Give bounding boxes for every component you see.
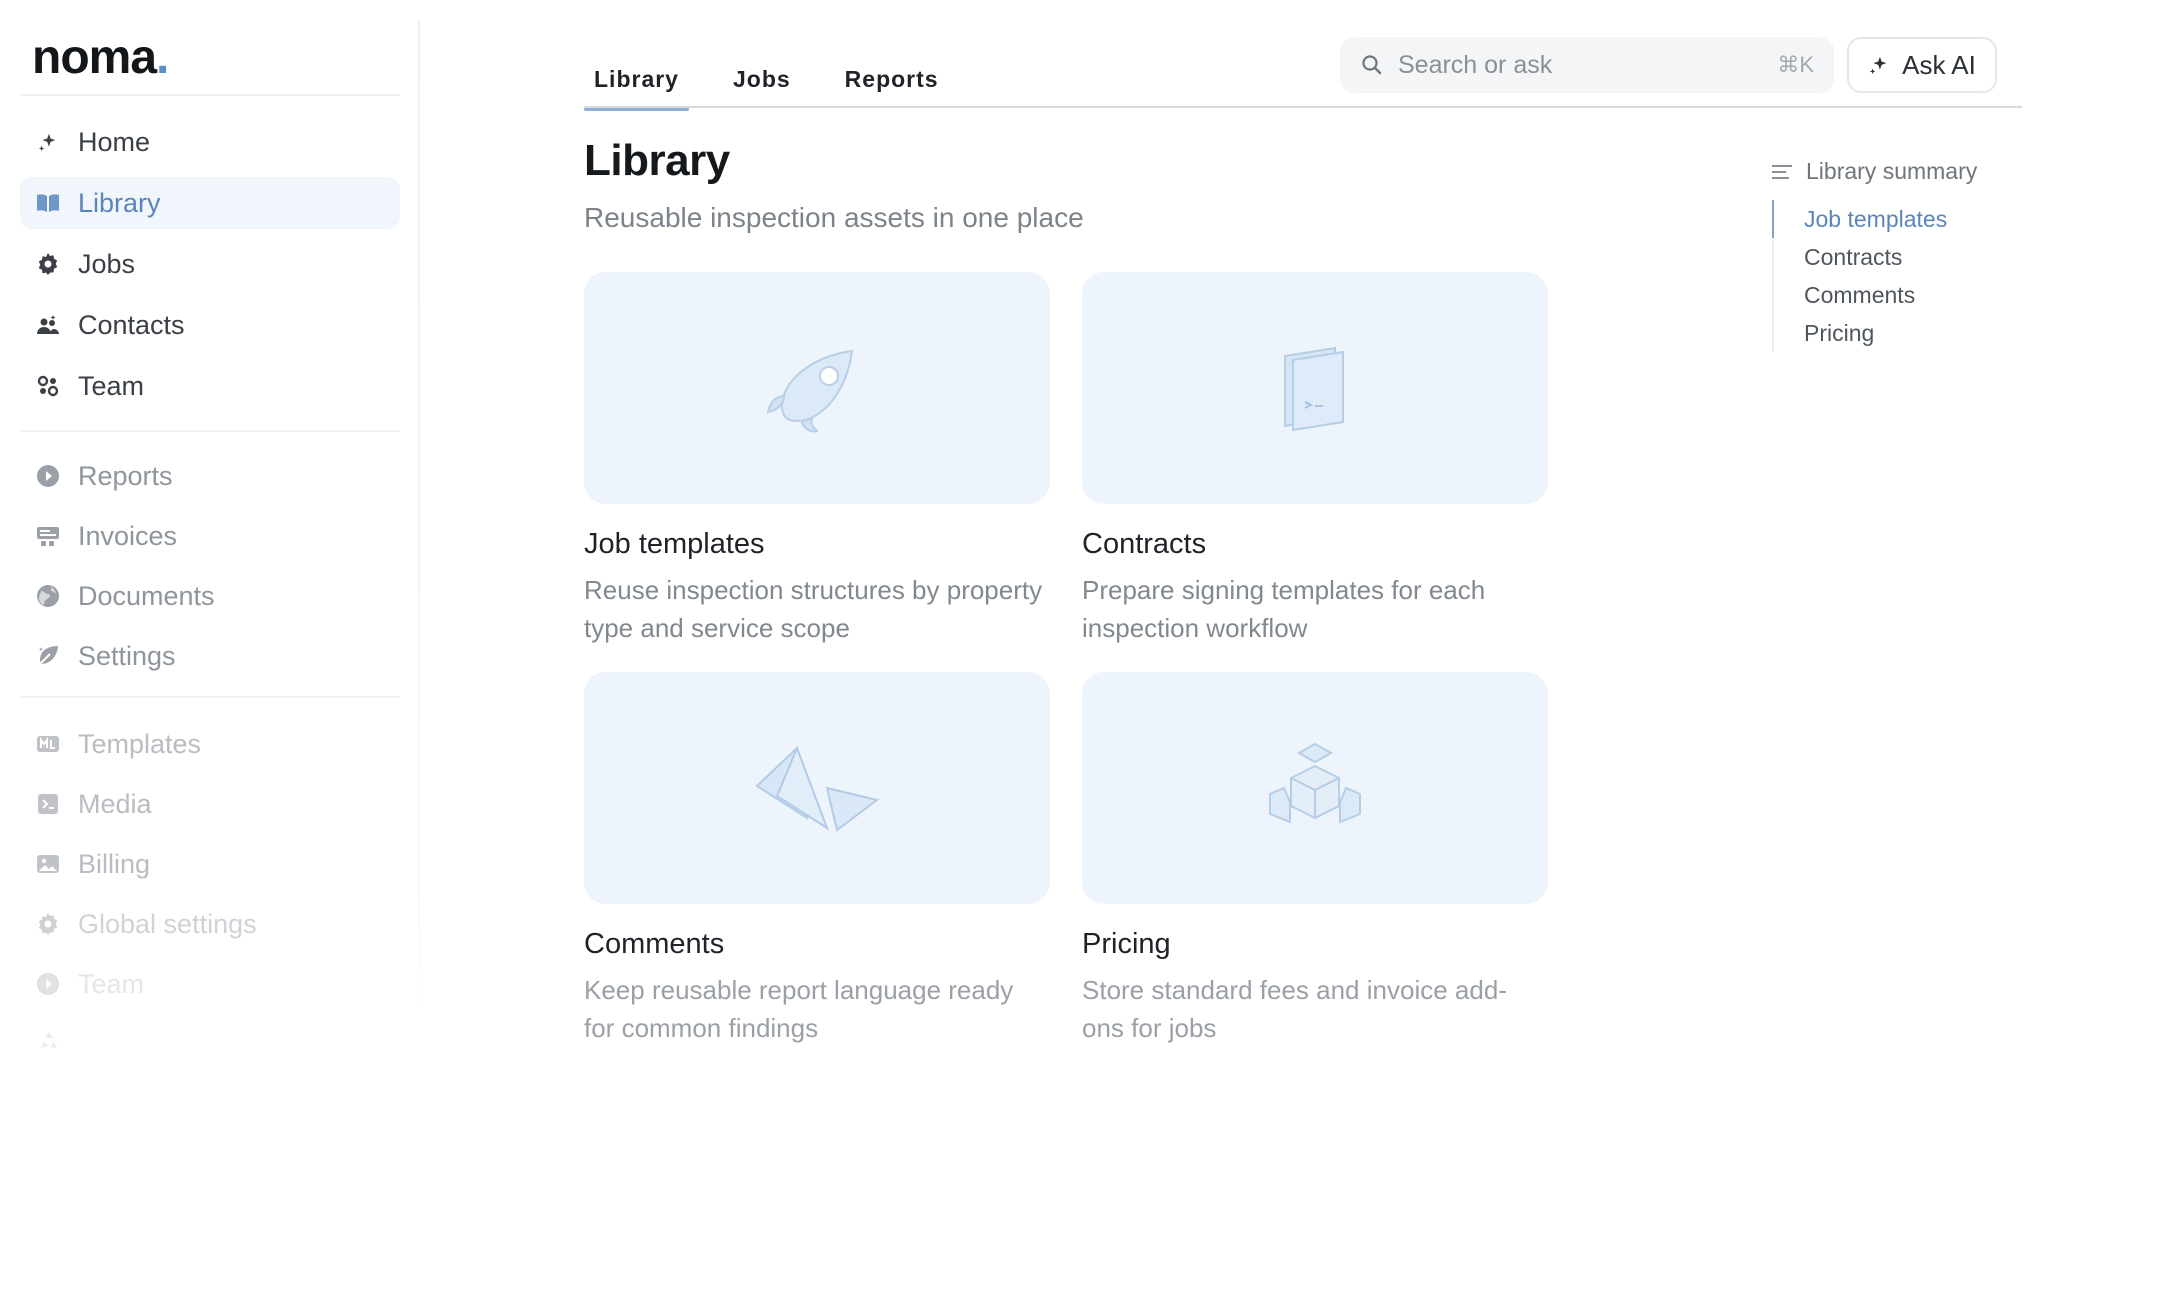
search-placeholder: Search or ask	[1398, 50, 1553, 79]
keyboard-shortcut: ⌘K	[1777, 52, 1814, 77]
card-thumbnail	[584, 672, 1050, 904]
sidebar-item-label: Team	[78, 370, 145, 401]
sidebar-border	[418, 20, 420, 1020]
card-description: Keep reusable report language ready for …	[584, 975, 1014, 1043]
sidebar-item-billing[interactable]: Billing	[20, 838, 400, 890]
card-thumbnail	[584, 272, 1050, 504]
logo[interactable]: noma.	[32, 30, 169, 85]
tab-bar: Library Jobs Reports	[584, 58, 983, 111]
sidebar-item-label: Home	[78, 126, 151, 157]
team-icon	[36, 374, 60, 398]
leaf-icon	[36, 644, 60, 668]
divider	[20, 94, 400, 96]
toc-header: Library summary	[1772, 158, 1977, 185]
sidebar-item-team[interactable]: Team	[20, 360, 400, 412]
globe-icon	[36, 584, 60, 608]
gear-icon	[36, 912, 60, 936]
card-title: Job templates	[584, 528, 765, 560]
sidebar-item-invoices[interactable]: Invoices	[20, 510, 400, 562]
card-thumbnail	[1082, 672, 1548, 904]
toc-item-contracts[interactable]: Contracts	[1774, 238, 1947, 276]
card-pricing[interactable]: Pricing Store standard fees and invoice …	[1082, 672, 1548, 1047]
tab-bar-divider	[584, 106, 2022, 108]
template-icon	[36, 732, 60, 756]
sidebar-item-library[interactable]: Library	[20, 177, 400, 229]
sidebar-item-media[interactable]: Media	[20, 778, 400, 830]
recycle-icon	[38, 1030, 60, 1057]
sidebar-item-settings[interactable]: Settings	[20, 630, 400, 682]
sidebar-item-label: Invoices	[78, 520, 178, 551]
card-title: Contracts	[1082, 528, 1207, 560]
card-description: Store standard fees and invoice add-ons …	[1082, 975, 1507, 1043]
divider	[20, 430, 400, 432]
toc-item-pricing[interactable]: Pricing	[1774, 314, 1947, 352]
page-subtitle: Reusable inspection assets in one place	[584, 202, 1084, 233]
card-contracts[interactable]: Contracts Prepare signing templates for …	[1082, 272, 1548, 647]
card-comments[interactable]: Comments Keep reusable report language r…	[584, 672, 1050, 1047]
play-circle-icon	[36, 464, 60, 488]
card-description: Reuse inspection structures by property …	[584, 575, 1043, 643]
list-icon	[1772, 164, 1792, 180]
toc-title: Library summary	[1806, 158, 1978, 184]
sidebar-item-jobs[interactable]: Jobs	[20, 238, 400, 290]
search-input[interactable]: Search or ask ⌘K	[1340, 37, 1834, 93]
book-icon	[36, 191, 60, 215]
sparkle-icon	[36, 130, 60, 154]
page-title: Library	[584, 136, 730, 185]
contacts-icon	[36, 313, 60, 337]
sidebar: noma. Home Library Jobs Contacts Team Re…	[0, 0, 420, 1312]
primary-nav: Home Library Jobs Contacts Team	[20, 116, 400, 421]
play-circle-icon	[36, 972, 60, 996]
search-icon	[1360, 53, 1384, 77]
tab-jobs[interactable]: Jobs	[723, 58, 801, 111]
sidebar-item-templates[interactable]: Templates	[20, 718, 400, 770]
sidebar-item-documents[interactable]: Documents	[20, 570, 400, 622]
sidebar-item-label: Jobs	[78, 248, 136, 279]
terminal-window-icon	[1265, 336, 1365, 441]
sidebar-item-team-secondary[interactable]: Team	[20, 958, 400, 1010]
card-job-templates[interactable]: Job templates Reuse inspection structure…	[584, 272, 1050, 647]
secondary-nav: Reports Invoices Documents Settings	[20, 450, 400, 690]
sidebar-item-label: Billing	[78, 848, 151, 879]
gear-icon	[36, 252, 60, 276]
sidebar-item-label: Settings	[78, 640, 176, 671]
sidebar-item-label: Global settings	[78, 908, 257, 939]
toc-list: Job templates Contracts Comments Pricing	[1771, 200, 1947, 352]
tab-library[interactable]: Library	[584, 58, 689, 111]
card-title: Pricing	[1082, 928, 1171, 960]
sidebar-item-contacts[interactable]: Contacts	[20, 299, 400, 351]
media-icon	[36, 792, 60, 816]
image-icon	[36, 852, 60, 876]
paper-plane-icon	[747, 736, 887, 841]
tab-reports[interactable]: Reports	[835, 58, 949, 111]
toc-item-comments[interactable]: Comments	[1774, 276, 1947, 314]
toc-item-job-templates[interactable]: Job templates	[1771, 200, 1947, 238]
card-description: Prepare signing templates for each inspe…	[1082, 575, 1486, 643]
invoice-icon	[36, 524, 60, 548]
divider	[20, 696, 400, 698]
tertiary-nav: Templates Media Billing Global settings …	[20, 718, 400, 1018]
sidebar-item-label: Media	[78, 788, 152, 819]
sidebar-item-label: Reports	[78, 460, 173, 491]
sparkle-icon	[1868, 54, 1890, 76]
sidebar-item-label: Contacts	[78, 309, 185, 340]
card-title: Comments	[584, 928, 725, 960]
ask-ai-button[interactable]: Ask AI	[1847, 37, 1997, 93]
sidebar-item-label: Team	[78, 968, 145, 999]
card-thumbnail	[1082, 272, 1548, 504]
sidebar-item-label: Templates	[78, 728, 202, 759]
sidebar-item-reports[interactable]: Reports	[20, 450, 400, 502]
sidebar-item-home[interactable]: Home	[20, 116, 400, 168]
cubes-icon	[1260, 736, 1370, 841]
sidebar-item-label: Library	[78, 187, 161, 218]
rocket-icon	[762, 336, 872, 441]
sidebar-item-global-settings[interactable]: Global settings	[20, 898, 400, 950]
sidebar-item-label: Documents	[78, 580, 215, 611]
ask-ai-label: Ask AI	[1902, 49, 1976, 80]
